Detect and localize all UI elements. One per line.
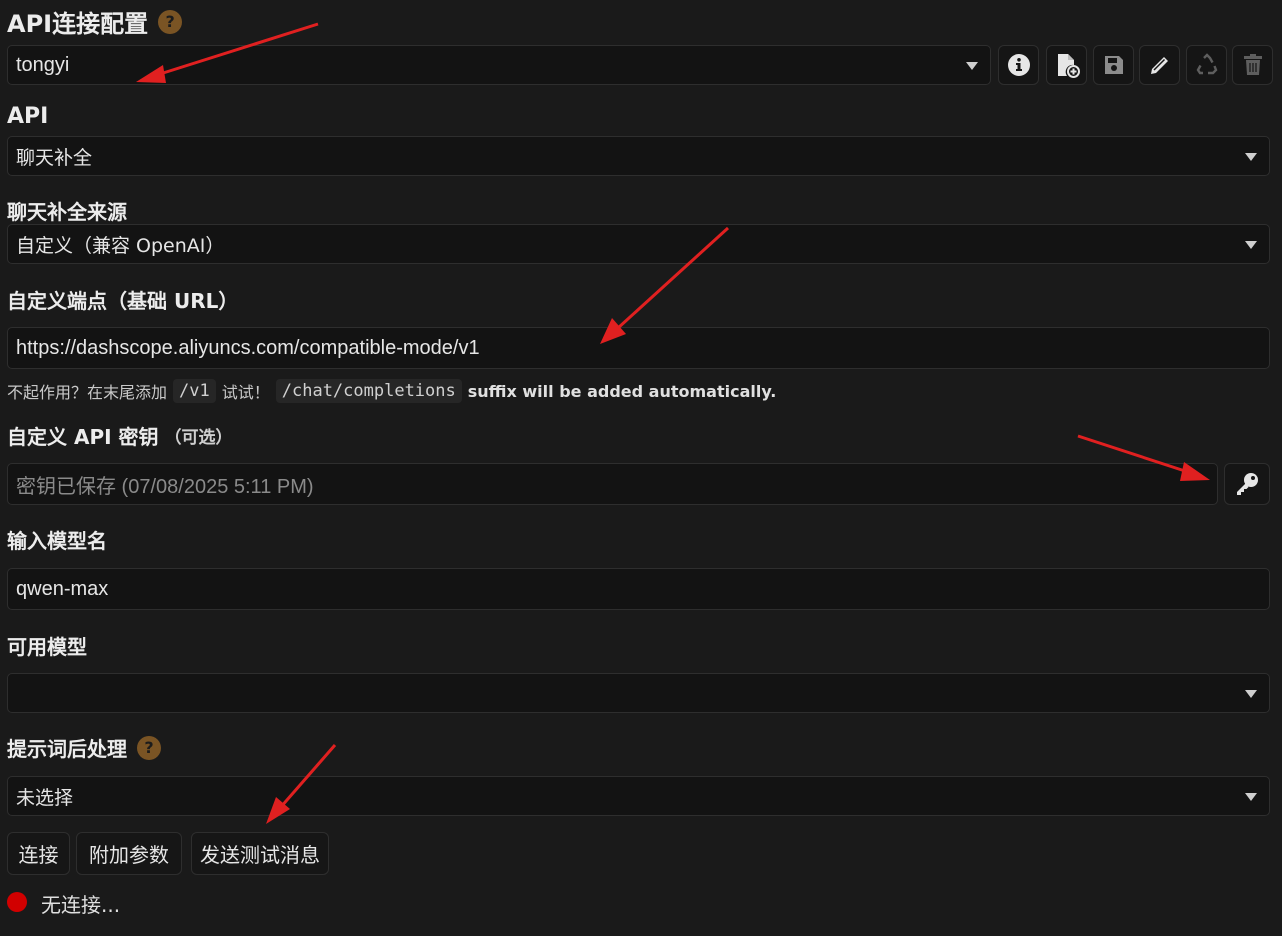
extra-params-button[interactable]: 附加参数 [76, 832, 182, 875]
delete-button[interactable] [1232, 45, 1273, 85]
chevron-down-icon [1245, 241, 1257, 249]
api-key-placeholder: 密钥已保存 (07/08/2025 5:11 PM) [16, 475, 314, 498]
api-connection-heading: API连接配置 ? [7, 4, 183, 39]
endpoint-heading: 自定义端点（基础 URL） [7, 285, 238, 314]
api-settings-panel: API连接配置 ? tongyi API 聊天补全 聊天补全来源 自定义（兼容 … [0, 0, 1282, 936]
endpoint-input[interactable]: https://dashscope.aliyuncs.com/compatibl… [7, 327, 1270, 369]
hint-suffix: suffix will be added automatically. [467, 381, 777, 401]
edit-icon [1148, 53, 1172, 77]
api-select[interactable]: 聊天补全 [7, 136, 1270, 176]
endpoint-hint: 不起作用？在末尾添加 /v1 试试！ /chat/completions suf… [7, 379, 776, 403]
recycle-icon [1195, 53, 1219, 77]
reset-button[interactable] [1186, 45, 1227, 85]
api-key-label: 自定义 API 密钥 [7, 425, 159, 449]
source-select[interactable]: 自定义（兼容 OpenAI） [7, 224, 1270, 264]
endpoint-label: 自定义端点（基础 URL） [7, 289, 239, 313]
source-heading: 聊天补全来源 [7, 196, 127, 225]
api-value: 聊天补全 [16, 146, 93, 169]
api-key-optional: （可选） [164, 428, 233, 448]
api-key-input[interactable]: 密钥已保存 (07/08/2025 5:11 PM) [7, 463, 1218, 505]
new-profile-button[interactable] [1046, 45, 1087, 85]
edit-button[interactable] [1139, 45, 1180, 85]
trash-icon [1242, 53, 1264, 77]
post-processing-heading: 提示词后处理 ? [7, 733, 161, 762]
help-icon[interactable]: ? [158, 9, 183, 34]
key-icon [1234, 471, 1260, 497]
api-label: API [7, 104, 49, 129]
hint-prefix: 不起作用？在末尾添加 [7, 383, 168, 402]
chevron-down-icon [1245, 153, 1257, 161]
send-test-message-button[interactable]: 发送测试消息 [191, 832, 329, 875]
available-models-heading: 可用模型 [7, 631, 87, 660]
post-processing-value: 未选择 [16, 786, 74, 809]
api-heading: API [7, 104, 48, 129]
available-models-label: 可用模型 [7, 635, 87, 659]
model-name-input[interactable]: qwen-max [7, 568, 1270, 610]
manage-key-button[interactable] [1224, 463, 1270, 505]
hint-code-v1: /v1 [173, 379, 216, 403]
source-value: 自定义（兼容 OpenAI） [16, 234, 225, 257]
hint-code-chat-completions: /chat/completions [275, 379, 462, 403]
model-name-value: qwen-max [16, 577, 109, 600]
post-processing-label: 提示词后处理 [7, 737, 127, 761]
connection-profile-select[interactable]: tongyi [7, 45, 991, 85]
model-name-label: 输入模型名 [7, 529, 107, 553]
api-key-heading: 自定义 API 密钥 （可选） [7, 421, 233, 450]
chevron-down-icon [966, 62, 978, 70]
post-processing-select[interactable]: 未选择 [7, 776, 1270, 816]
source-label: 聊天补全来源 [7, 200, 127, 224]
hint-mid: 试试！ [221, 383, 270, 402]
status-text: 无连接... [41, 893, 121, 917]
new-file-icon [1054, 52, 1080, 78]
api-connection-title: API连接配置 [7, 10, 149, 38]
info-button[interactable] [998, 45, 1039, 85]
model-name-heading: 输入模型名 [7, 525, 107, 554]
connect-button[interactable]: 连接 [7, 832, 70, 875]
status-indicator [7, 892, 27, 912]
chevron-down-icon [1245, 793, 1257, 801]
save-icon [1103, 54, 1125, 76]
chevron-down-icon [1245, 690, 1257, 698]
available-models-select[interactable] [7, 673, 1270, 713]
save-button[interactable] [1093, 45, 1134, 85]
connection-profile-value: tongyi [16, 53, 70, 76]
endpoint-value: https://dashscope.aliyuncs.com/compatibl… [16, 336, 480, 359]
help-icon[interactable]: ? [137, 735, 161, 760]
info-icon [1007, 53, 1031, 77]
